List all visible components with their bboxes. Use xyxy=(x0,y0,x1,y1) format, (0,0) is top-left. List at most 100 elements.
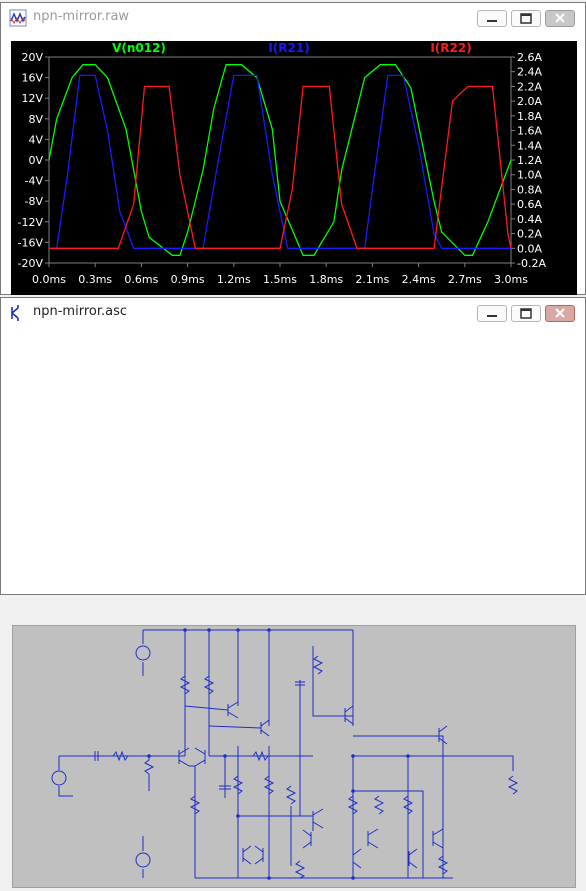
junction-dot xyxy=(351,789,355,793)
junction-dot xyxy=(207,628,211,632)
transistor-symbol xyxy=(312,808,324,829)
resistor-symbol xyxy=(312,655,324,675)
y-left-tick-label: -20V xyxy=(18,257,44,270)
y-left-tick-label: 12V xyxy=(21,92,43,105)
x-tick-label: 2.7ms xyxy=(448,273,482,286)
x-tick-label: 0.9ms xyxy=(171,273,205,286)
voltage-source-symbol xyxy=(135,645,151,661)
junction-dot xyxy=(267,628,271,632)
minimize-icon xyxy=(487,315,497,317)
junction-dot xyxy=(236,628,240,632)
close-button[interactable] xyxy=(545,305,575,322)
y-left-tick-label: -16V xyxy=(18,236,44,249)
y-right-tick-label: 0.2A xyxy=(517,228,542,241)
resistor-symbol xyxy=(507,775,519,795)
schematic-wire xyxy=(184,630,270,756)
transistor-symbol xyxy=(438,725,448,745)
junction-dot xyxy=(183,628,187,632)
x-tick-label: 2.4ms xyxy=(402,273,436,286)
y-right-tick-label: 0.0A xyxy=(517,242,542,255)
junction-dot xyxy=(147,754,151,758)
close-icon xyxy=(555,308,565,318)
waveform-titlebar[interactable]: npn-mirror.raw xyxy=(1,3,585,32)
x-tick-label: 0.0ms xyxy=(32,273,66,286)
resistor-symbol xyxy=(294,860,306,879)
x-tick-label: 1.2ms xyxy=(217,273,251,286)
voltage-source-symbol xyxy=(135,852,151,868)
waveform-window-title: npn-mirror.raw xyxy=(33,9,130,24)
close-icon xyxy=(555,13,565,23)
minimize-button[interactable] xyxy=(477,305,507,322)
x-tick-label: 0.6ms xyxy=(124,273,158,286)
resistor-symbol xyxy=(285,785,297,805)
x-tick-label: 3.0ms xyxy=(494,273,528,286)
maximize-icon xyxy=(520,13,532,24)
legend-label[interactable]: V(n012) xyxy=(112,41,166,55)
schematic-wire xyxy=(209,755,313,798)
schematic-wire xyxy=(189,765,196,878)
y-right-tick-label: 0.6A xyxy=(517,198,542,211)
waveform-plot[interactable]: V(n012) I(R21) I(R22) 20V 16V 12V 8V 4V 0V -4V -8… xyxy=(11,41,577,295)
schematic-canvas[interactable] xyxy=(12,625,576,888)
y-left-tick-label: -8V xyxy=(25,195,44,208)
schematic-window[interactable]: npn-mirror.asc xyxy=(0,297,586,888)
y-left-tick-label: -4V xyxy=(25,175,44,188)
y-right-tick-label: 2.4A xyxy=(517,66,542,79)
minimize-button[interactable] xyxy=(477,10,507,27)
x-tick-label: 2.1ms xyxy=(355,273,389,286)
resistor-symbol xyxy=(373,795,385,815)
maximize-icon xyxy=(520,308,532,319)
junction-dot xyxy=(236,814,240,818)
junction-dot xyxy=(351,754,355,758)
transistor-symbol xyxy=(227,701,239,719)
transistor-symbol xyxy=(352,848,362,869)
y-left-tick-label: 16V xyxy=(21,72,43,85)
y-left-tick-label: 20V xyxy=(21,51,43,64)
schematic-wire xyxy=(352,756,424,878)
transistor-symbol xyxy=(178,747,190,767)
y-left-tick-label: 8V xyxy=(28,113,43,126)
voltage-source-symbol xyxy=(51,770,67,786)
y-right-tick-label: 1.0A xyxy=(517,169,542,182)
transistor-symbol xyxy=(194,747,206,767)
y-left-tick-label: -12V xyxy=(18,216,44,229)
minimize-icon xyxy=(487,20,497,22)
resistor-symbol xyxy=(144,756,155,791)
y-right-tick-label: 0.4A xyxy=(517,213,542,226)
schematic-wire xyxy=(353,735,514,878)
transistor-symbol xyxy=(408,848,418,869)
legend-label[interactable]: I(R22) xyxy=(430,41,471,55)
junction-dot xyxy=(267,876,271,880)
waveform-chart[interactable]: V(n012) I(R21) I(R22) 20V 16V 12V 8V 4V 0V -4V -8… xyxy=(11,41,577,295)
y-right-tick-label: 2.6A xyxy=(517,51,542,64)
schematic-wire xyxy=(238,806,314,866)
waveform-app-icon xyxy=(9,9,27,27)
transistor-symbol xyxy=(432,828,444,849)
schematic-titlebar[interactable]: npn-mirror.asc xyxy=(1,298,585,327)
y-right-tick-label: -0.2A xyxy=(517,257,546,270)
y-right-tick-label: 1.4A xyxy=(517,139,542,152)
maximize-button[interactable] xyxy=(511,10,541,27)
transistor-symbol xyxy=(302,829,312,849)
y-right-tick-label: 2.2A xyxy=(517,80,542,93)
y-right-tick-label: 0.8A xyxy=(517,183,542,196)
junction-dot xyxy=(406,754,410,758)
transistor-symbol xyxy=(344,705,354,725)
y-right-tick-label: 2.0A xyxy=(517,95,542,108)
wire xyxy=(184,705,262,729)
schematic-app-icon xyxy=(11,305,19,321)
close-button[interactable] xyxy=(545,10,575,27)
legend-label[interactable]: I(R21) xyxy=(268,41,309,55)
transistor-symbol xyxy=(254,845,264,865)
y-right-tick-label: 1.2A xyxy=(517,154,542,167)
y-right-tick-label: 1.8A xyxy=(517,110,542,123)
maximize-button[interactable] xyxy=(511,305,541,322)
schematic-drawing[interactable] xyxy=(13,626,575,887)
junction-dot xyxy=(351,876,355,880)
y-left-tick-label: 4V xyxy=(28,133,43,146)
schematic-window-title: npn-mirror.asc xyxy=(33,304,127,319)
y-right-tick-label: 1.6A xyxy=(517,125,542,138)
transistor-symbol xyxy=(260,719,270,737)
waveform-window[interactable]: npn-mirror.raw V(n012) I(R21) I(R22) 20V 16… xyxy=(0,2,586,295)
transistor-symbol xyxy=(367,828,379,849)
